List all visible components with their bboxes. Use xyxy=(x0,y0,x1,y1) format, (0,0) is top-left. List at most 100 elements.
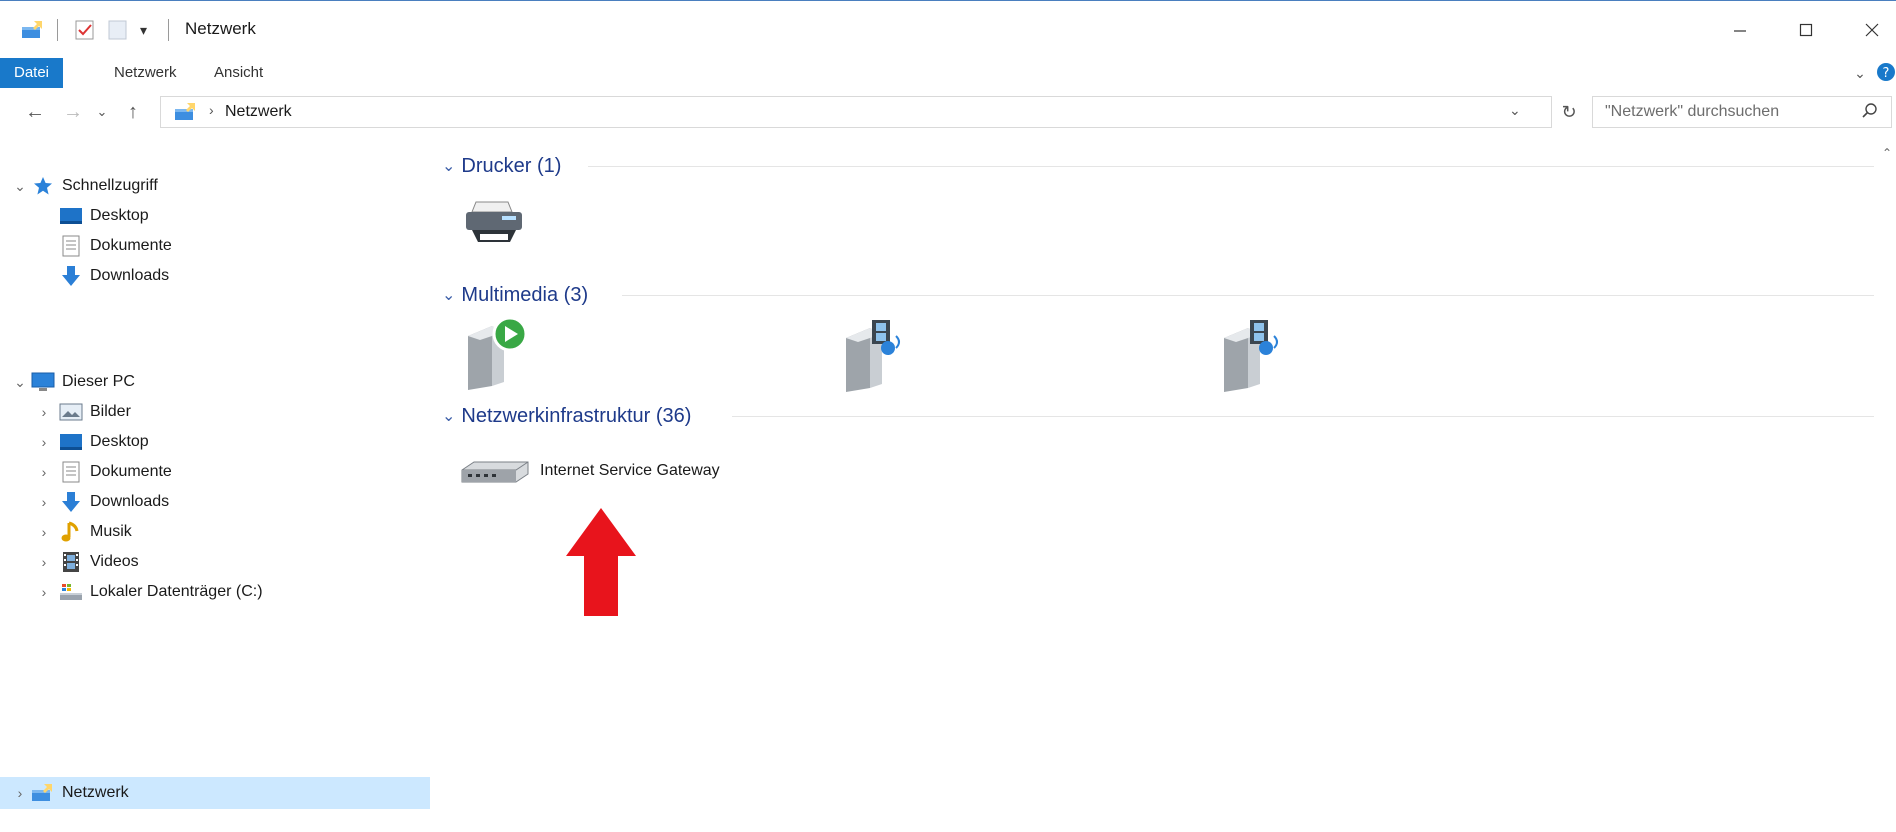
document-icon xyxy=(58,461,84,483)
chevron-right-icon[interactable]: › xyxy=(10,785,30,801)
sidebar-item-dokumente-pc[interactable]: › Dokumente xyxy=(30,456,420,488)
sidebar-item-lokaler-datentraeger[interactable]: › Lokaler Datenträger (C:) xyxy=(30,576,420,608)
network-folder-icon xyxy=(20,17,46,43)
vertical-scrollbar[interactable]: ⌃ xyxy=(1880,140,1896,832)
desktop-icon xyxy=(58,431,84,453)
chevron-down-icon[interactable]: ⌄ xyxy=(442,285,455,305)
ribbon xyxy=(0,56,1896,90)
chevron-right-icon[interactable]: › xyxy=(34,404,54,420)
sidebar-item-label: Bilder xyxy=(90,403,131,420)
router-icon xyxy=(458,458,532,493)
search-input[interactable]: "Netzwerk" durchsuchen xyxy=(1592,96,1892,128)
group-divider xyxy=(588,166,1874,167)
document-icon xyxy=(58,235,84,257)
search-icon[interactable] xyxy=(1861,102,1879,125)
sidebar-item-dieser-pc[interactable]: ⌄ Dieser PC xyxy=(10,366,420,398)
tab-netzwerk[interactable]: Netzwerk xyxy=(100,58,191,88)
download-arrow-icon xyxy=(58,265,84,287)
chevron-down-icon[interactable]: ⌄ xyxy=(10,178,30,195)
printer-device[interactable] xyxy=(462,198,526,253)
chevron-down-icon[interactable]: ⌄ xyxy=(442,406,455,426)
star-icon xyxy=(30,175,56,197)
network-folder-icon xyxy=(30,782,56,804)
media-server-play-icon xyxy=(462,314,532,397)
pictures-icon xyxy=(58,401,84,423)
group-label: Drucker (1) xyxy=(461,154,562,177)
sidebar-item-label: Netzwerk xyxy=(62,784,129,801)
group-header-drucker[interactable]: ⌄ Drucker (1) xyxy=(442,151,561,181)
sidebar-item-desktop-pc[interactable]: › Desktop xyxy=(30,426,420,458)
breadcrumb-chevron-icon: › xyxy=(209,102,214,118)
group-header-netzwerkinfrastruktur[interactable]: ⌄ Netzwerkinfrastruktur (36) xyxy=(442,401,691,431)
annotation-arrow-icon xyxy=(566,508,636,621)
sidebar-item-videos[interactable]: › Videos xyxy=(30,546,420,578)
refresh-icon[interactable]: ↻ xyxy=(1554,98,1584,126)
media-device-3[interactable] xyxy=(1218,318,1288,397)
sidebar-item-netzwerk[interactable]: › Netzwerk xyxy=(0,777,430,809)
window-title: Netzwerk xyxy=(185,19,256,38)
chevron-right-icon[interactable]: › xyxy=(34,584,54,600)
address-bar[interactable]: › Netzwerk ⌄ xyxy=(160,96,1552,128)
forward-icon[interactable]: → xyxy=(60,98,86,126)
sidebar-item-label: Videos xyxy=(90,553,139,570)
sidebar-item-label: Desktop xyxy=(90,207,149,224)
up-icon[interactable]: ↑ xyxy=(120,98,146,126)
chevron-down-icon[interactable]: ⌄ xyxy=(10,374,30,391)
group-divider xyxy=(622,295,1874,296)
help-icon[interactable]: ? xyxy=(1876,62,1896,82)
title-bar: ▾ Netzwerk xyxy=(0,0,1896,56)
gateway-label[interactable]: Internet Service Gateway xyxy=(540,462,720,480)
sidebar-item-musik[interactable]: › Musik xyxy=(30,516,420,548)
sidebar-item-label: Downloads xyxy=(90,267,170,284)
maximize-icon[interactable] xyxy=(1786,13,1826,47)
group-header-multimedia[interactable]: ⌄ Multimedia (3) xyxy=(442,280,588,310)
media-device-1[interactable] xyxy=(462,314,532,397)
recent-locations-icon[interactable]: ⌄ xyxy=(92,98,112,126)
video-film-icon xyxy=(58,551,84,573)
properties-icon[interactable] xyxy=(75,17,95,43)
sidebar-item-schnellzugriff[interactable]: ⌄ Schnellzugriff xyxy=(10,170,420,202)
search-placeholder: "Netzwerk" durchsuchen xyxy=(1605,103,1780,120)
group-label: Netzwerkinfrastruktur (36) xyxy=(461,404,692,427)
sidebar-item-bilder[interactable]: › Bilder xyxy=(30,396,420,428)
svg-text:?: ? xyxy=(1883,66,1890,81)
sidebar-item-downloads-pc[interactable]: › Downloads xyxy=(30,486,420,518)
customize-quick-access-icon[interactable]: ▾ xyxy=(140,17,147,43)
breadcrumb[interactable]: Netzwerk xyxy=(225,103,292,121)
chevron-right-icon[interactable]: › xyxy=(34,494,54,510)
scroll-up-icon[interactable]: ⌃ xyxy=(1882,146,1892,160)
sidebar-item-downloads[interactable]: Downloads xyxy=(30,260,420,292)
close-icon[interactable] xyxy=(1852,13,1892,47)
media-device-2[interactable] xyxy=(840,318,910,397)
sidebar-item-label: Musik xyxy=(90,523,132,540)
sidebar-item-label: Dokumente xyxy=(90,237,172,254)
chevron-right-icon[interactable]: › xyxy=(34,434,54,450)
toolbar-separator xyxy=(168,19,169,41)
network-folder-icon xyxy=(173,101,199,128)
gateway-device[interactable] xyxy=(458,458,532,493)
chevron-right-icon[interactable]: › xyxy=(34,524,54,540)
tab-ansicht[interactable]: Ansicht xyxy=(200,58,277,88)
sidebar-item-label: Downloads xyxy=(90,493,170,510)
minimize-icon[interactable] xyxy=(1720,13,1760,47)
chevron-right-icon[interactable]: › xyxy=(34,464,54,480)
address-dropdown-icon[interactable]: ⌄ xyxy=(1509,102,1521,119)
sidebar-item-desktop[interactable]: Desktop xyxy=(30,200,420,232)
sidebar-item-label: Lokaler Datenträger (C:) xyxy=(90,583,263,600)
desktop-icon xyxy=(58,205,84,227)
expand-ribbon-icon[interactable]: ⌄ xyxy=(1852,60,1868,86)
sidebar-item-label: Schnellzugriff xyxy=(62,177,158,194)
back-icon[interactable]: ← xyxy=(22,98,48,126)
computer-icon xyxy=(30,371,56,393)
sidebar-item-label: Dokumente xyxy=(90,463,172,480)
music-note-icon xyxy=(58,521,84,543)
download-arrow-icon xyxy=(58,491,84,513)
chevron-right-icon[interactable]: › xyxy=(34,554,54,570)
sidebar-item-label: Dieser PC xyxy=(62,373,135,390)
tab-datei[interactable]: Datei xyxy=(0,58,64,88)
navigation-pane: ⌄ Schnellzugriff Desktop Dokumente Downl… xyxy=(0,140,430,832)
group-divider xyxy=(732,416,1874,417)
new-folder-icon[interactable] xyxy=(108,17,128,43)
sidebar-item-dokumente[interactable]: Dokumente xyxy=(30,230,420,262)
chevron-down-icon[interactable]: ⌄ xyxy=(442,156,455,176)
